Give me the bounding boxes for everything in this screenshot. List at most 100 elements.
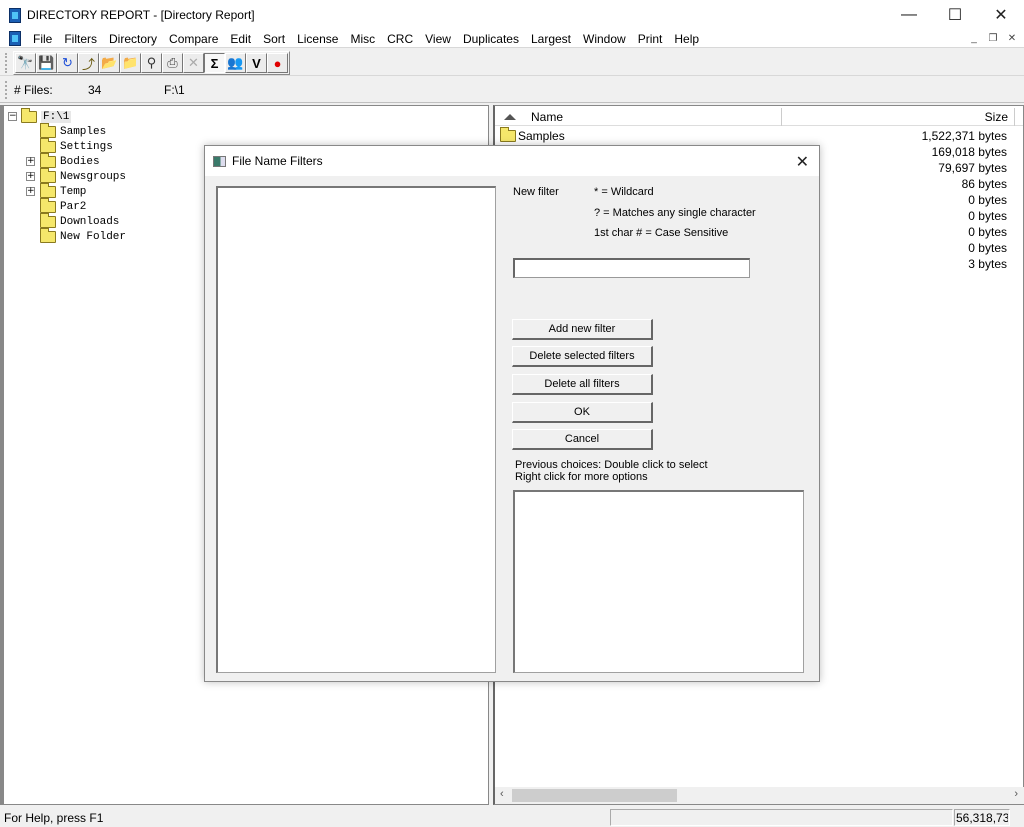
parent-folder-button[interactable]: ⤴ [78, 53, 99, 73]
find-button[interactable]: 🔭 [15, 53, 36, 73]
record-icon: ● [273, 55, 282, 71]
ok-button[interactable]: OK [512, 402, 653, 423]
right-click-hint: Right click for more options [515, 471, 648, 483]
tree-item-label: Temp [60, 185, 87, 198]
tree-item-label: Settings [60, 140, 113, 153]
users-button[interactable]: 👥 [225, 53, 246, 73]
cancel-button[interactable]: Cancel [512, 429, 653, 450]
scrollbar-thumb[interactable] [512, 789, 677, 802]
list-row-size: 0 bytes [968, 225, 1007, 239]
files-count: 34 [88, 83, 102, 97]
expand-icon[interactable]: + [26, 187, 35, 196]
filters-listbox[interactable] [216, 186, 496, 673]
toolbar-grip[interactable] [5, 53, 7, 73]
status-panel-empty [610, 809, 953, 826]
delete-button[interactable]: ✕ [183, 53, 204, 73]
menu-license[interactable]: License [291, 32, 344, 46]
delete-icon: ✕ [188, 55, 199, 70]
open-folder-icon [21, 107, 37, 123]
dialog-icon [213, 155, 226, 167]
delete-all-filters-button[interactable]: Delete all filters [512, 374, 653, 395]
mdi-minimize-button[interactable]: _ [966, 31, 982, 45]
delete-selected-filters-button[interactable]: Delete selected filters [512, 346, 653, 367]
menu-sort[interactable]: Sort [257, 32, 291, 46]
status-bar: For Help, press F1 56,318,738 [0, 807, 1024, 827]
document-icon[interactable] [9, 31, 21, 46]
window-title: DIRECTORY REPORT - [Directory Report] [27, 8, 255, 22]
new-filter-input[interactable] [513, 258, 750, 278]
menu-help[interactable]: Help [668, 32, 705, 46]
file-name-filters-dialog: File Name Filters ✕ New filter * = Wildc… [204, 145, 820, 682]
dialog-title-bar[interactable]: File Name Filters ✕ [205, 146, 819, 176]
list-row[interactable]: Samples 1,522,371 bytes [495, 127, 1015, 144]
tree-item-label: Bodies [60, 155, 100, 168]
menu-file[interactable]: File [27, 32, 58, 46]
menu-filters[interactable]: Filters [58, 32, 103, 46]
print-button[interactable]: ⎙ [162, 53, 183, 73]
horizontal-scrollbar[interactable]: ‹ › [495, 787, 1024, 804]
toolbar: 🔭 💾 ↻ ⤴ 📂 📁 ⚲ ⎙ ✕ Σ 👥 V ● [0, 49, 1024, 76]
list-row-size: 0 bytes [968, 209, 1007, 223]
menu-duplicates[interactable]: Duplicates [457, 32, 525, 46]
expand-icon[interactable]: + [26, 172, 35, 181]
tree-item-label: Newsgroups [60, 170, 127, 183]
refresh-button[interactable]: ↻ [57, 53, 78, 73]
move-folder-button[interactable]: 📁 [120, 53, 141, 73]
tree-item-label: Par2 [60, 200, 87, 213]
menu-largest[interactable]: Largest [525, 32, 577, 46]
open-folder-icon: 📂 [101, 55, 118, 70]
tree-item[interactable]: New Folder [40, 227, 126, 244]
save-button[interactable]: 💾 [36, 53, 57, 73]
list-row-size: 0 bytes [968, 193, 1007, 207]
mdi-restore-button[interactable]: ❐ [985, 31, 1001, 45]
menu-misc[interactable]: Misc [344, 32, 381, 46]
dialog-close-icon[interactable]: ✕ [796, 152, 809, 172]
menu-directory[interactable]: Directory [103, 32, 163, 46]
scroll-left-icon[interactable]: ‹ [500, 788, 504, 800]
column-size-header[interactable]: Size [782, 108, 1015, 126]
menu-edit[interactable]: Edit [224, 32, 257, 46]
menu-bar: File Filters Directory Compare Edit Sort… [0, 30, 1024, 48]
record-button[interactable]: ● [267, 53, 288, 73]
close-button[interactable]: ✕ [978, 0, 1024, 30]
verify-button[interactable]: V [246, 53, 267, 73]
save-icon: 💾 [38, 55, 55, 70]
sum-button[interactable]: Σ [204, 53, 225, 73]
folder-icon [40, 167, 56, 183]
open-folder-button[interactable]: 📂 [99, 53, 120, 73]
mdi-close-button[interactable]: ✕ [1004, 31, 1020, 45]
minimize-button[interactable]: — [886, 0, 932, 30]
tree-item[interactable]: Downloads [40, 212, 119, 229]
menu-print[interactable]: Print [632, 32, 669, 46]
tree-item[interactable]: Newsgroups [40, 167, 127, 184]
infobar-grip[interactable] [5, 81, 7, 99]
column-size-label: Size [984, 110, 1008, 124]
parent-folder-icon: ⤴ [81, 56, 95, 72]
menu-view[interactable]: View [419, 32, 457, 46]
folder-icon [40, 122, 56, 138]
verify-icon: V [252, 55, 261, 71]
scroll-right-icon[interactable]: › [1014, 788, 1018, 800]
collapse-icon[interactable]: − [8, 112, 17, 121]
find-icon: 🔭 [17, 55, 34, 70]
folder-icon [40, 197, 56, 213]
column-name-header[interactable]: Name [495, 108, 782, 126]
tree-item[interactable]: Settings [40, 137, 113, 154]
menu-compare[interactable]: Compare [163, 32, 224, 46]
tree-item[interactable]: Samples [40, 122, 106, 139]
menu-crc[interactable]: CRC [381, 32, 419, 46]
new-filter-label: New filter [513, 186, 559, 198]
search-button[interactable]: ⚲ [141, 53, 162, 73]
previous-choices-listbox[interactable] [513, 490, 804, 673]
maximize-button[interactable]: ☐ [932, 0, 978, 30]
expand-icon[interactable]: + [26, 157, 35, 166]
previous-choices-label: Previous choices: Double click to select [515, 459, 708, 471]
folder-icon [40, 182, 56, 198]
menu-window[interactable]: Window [577, 32, 632, 46]
title-bar: DIRECTORY REPORT - [Directory Report] — … [0, 0, 1024, 30]
toolbar-buttons: 🔭 💾 ↻ ⤴ 📂 📁 ⚲ ⎙ ✕ Σ 👥 V ● [13, 51, 290, 75]
list-row-size: 86 bytes [961, 177, 1007, 191]
sort-ascending-icon [504, 114, 516, 120]
add-new-filter-button[interactable]: Add new filter [512, 319, 653, 340]
list-row-size: 1,522,371 bytes [921, 129, 1007, 143]
